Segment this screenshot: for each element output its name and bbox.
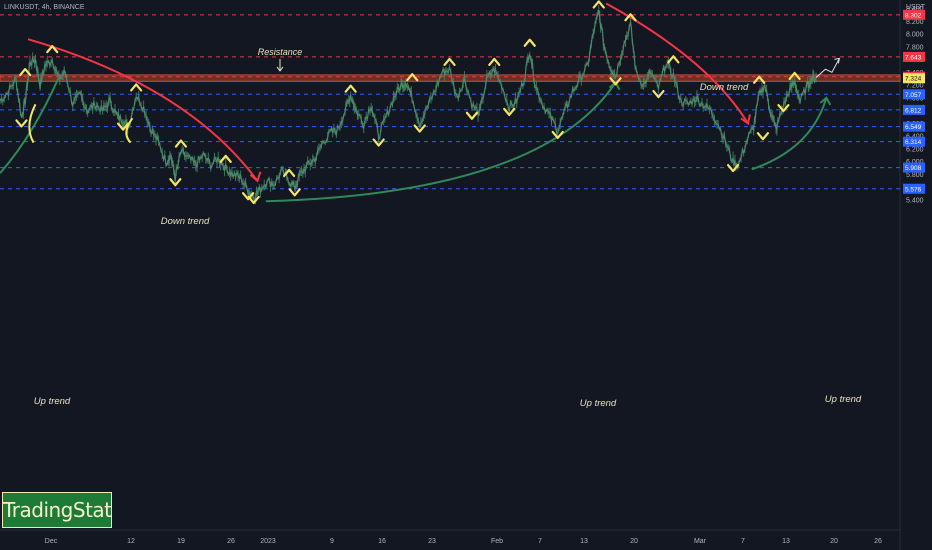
price-tick-label: 5.400 — [906, 197, 924, 204]
level-label: 6.549 — [905, 124, 922, 131]
downtrend-curve — [605, 2, 749, 124]
price-tick-label: 5.800 — [906, 172, 924, 179]
level-label: 5.908 — [905, 165, 922, 172]
time-tick-label: 13 — [580, 538, 588, 545]
level-label: 7.057 — [905, 92, 922, 99]
chevron-up-icon — [488, 57, 501, 66]
downtrend-label: Down trend — [161, 216, 210, 227]
time-tick-label: Feb — [491, 538, 503, 545]
time-tick-label: 19 — [177, 538, 185, 545]
level-label: 7.643 — [905, 54, 922, 61]
time-tick-label: 7 — [741, 538, 745, 545]
chart-plot[interactable]: 8.4008.2008.0007.8007.6007.4007.2007.000… — [0, 0, 932, 550]
time-tick-label: 13 — [782, 538, 790, 545]
chevron-down-icon — [15, 119, 28, 128]
tradingstat-logo: TradingStat — [2, 492, 112, 528]
chevron-down-icon — [756, 132, 770, 141]
chevron-up-icon — [344, 84, 357, 93]
chevron-down-icon — [726, 163, 740, 173]
resistance-pointer-icon — [276, 58, 284, 72]
time-tick-label: Mar — [694, 538, 707, 545]
time-tick-label: 9 — [330, 538, 334, 545]
time-tick-label: 20 — [630, 538, 638, 545]
chevron-up-icon — [130, 83, 143, 92]
chevron-up-icon — [667, 55, 680, 64]
price-tick-label: 7.800 — [906, 44, 924, 51]
price-line — [0, 9, 817, 202]
price-tick-label: 6.200 — [906, 146, 924, 153]
time-tick-label: 26 — [227, 538, 235, 545]
level-label: 8.302 — [905, 12, 922, 19]
time-tick-label: 7 — [538, 538, 542, 545]
time-tick-label: Dec — [45, 538, 58, 545]
chart-root: LINKUSDT, 4h, BINANCE 8.400 8.200 8.000 7.8… — [0, 0, 932, 550]
current-price-label: 7.324 — [905, 76, 922, 83]
chevron-up-icon — [523, 38, 536, 47]
time-tick-label: 2023 — [260, 538, 276, 545]
price-tick-label: 7.200 — [906, 83, 924, 90]
uptrend-label: Up trend — [580, 398, 617, 409]
time-tick-label: 20 — [830, 538, 838, 545]
time-tick-label: 23 — [428, 538, 436, 545]
time-tick-label: 12 — [127, 538, 135, 545]
level-label: 6.812 — [905, 107, 922, 114]
time-tick-label: 26 — [874, 538, 882, 545]
chevron-up-icon — [443, 57, 456, 66]
price-tick-label: 8.000 — [906, 32, 924, 39]
uptrend-curve — [751, 97, 828, 171]
resistance-label: Resistance — [258, 47, 303, 57]
uptrend-label: Up trend — [825, 394, 862, 405]
chevron-down-icon — [465, 111, 479, 120]
level-label: 6.314 — [905, 139, 922, 146]
price-tick-label: 8.200 — [906, 19, 924, 26]
uptrend-label: Up trend — [34, 396, 71, 407]
level-label: 5.576 — [905, 186, 922, 193]
downtrend-label: Down trend — [700, 82, 749, 93]
time-tick-label: 16 — [378, 538, 386, 545]
